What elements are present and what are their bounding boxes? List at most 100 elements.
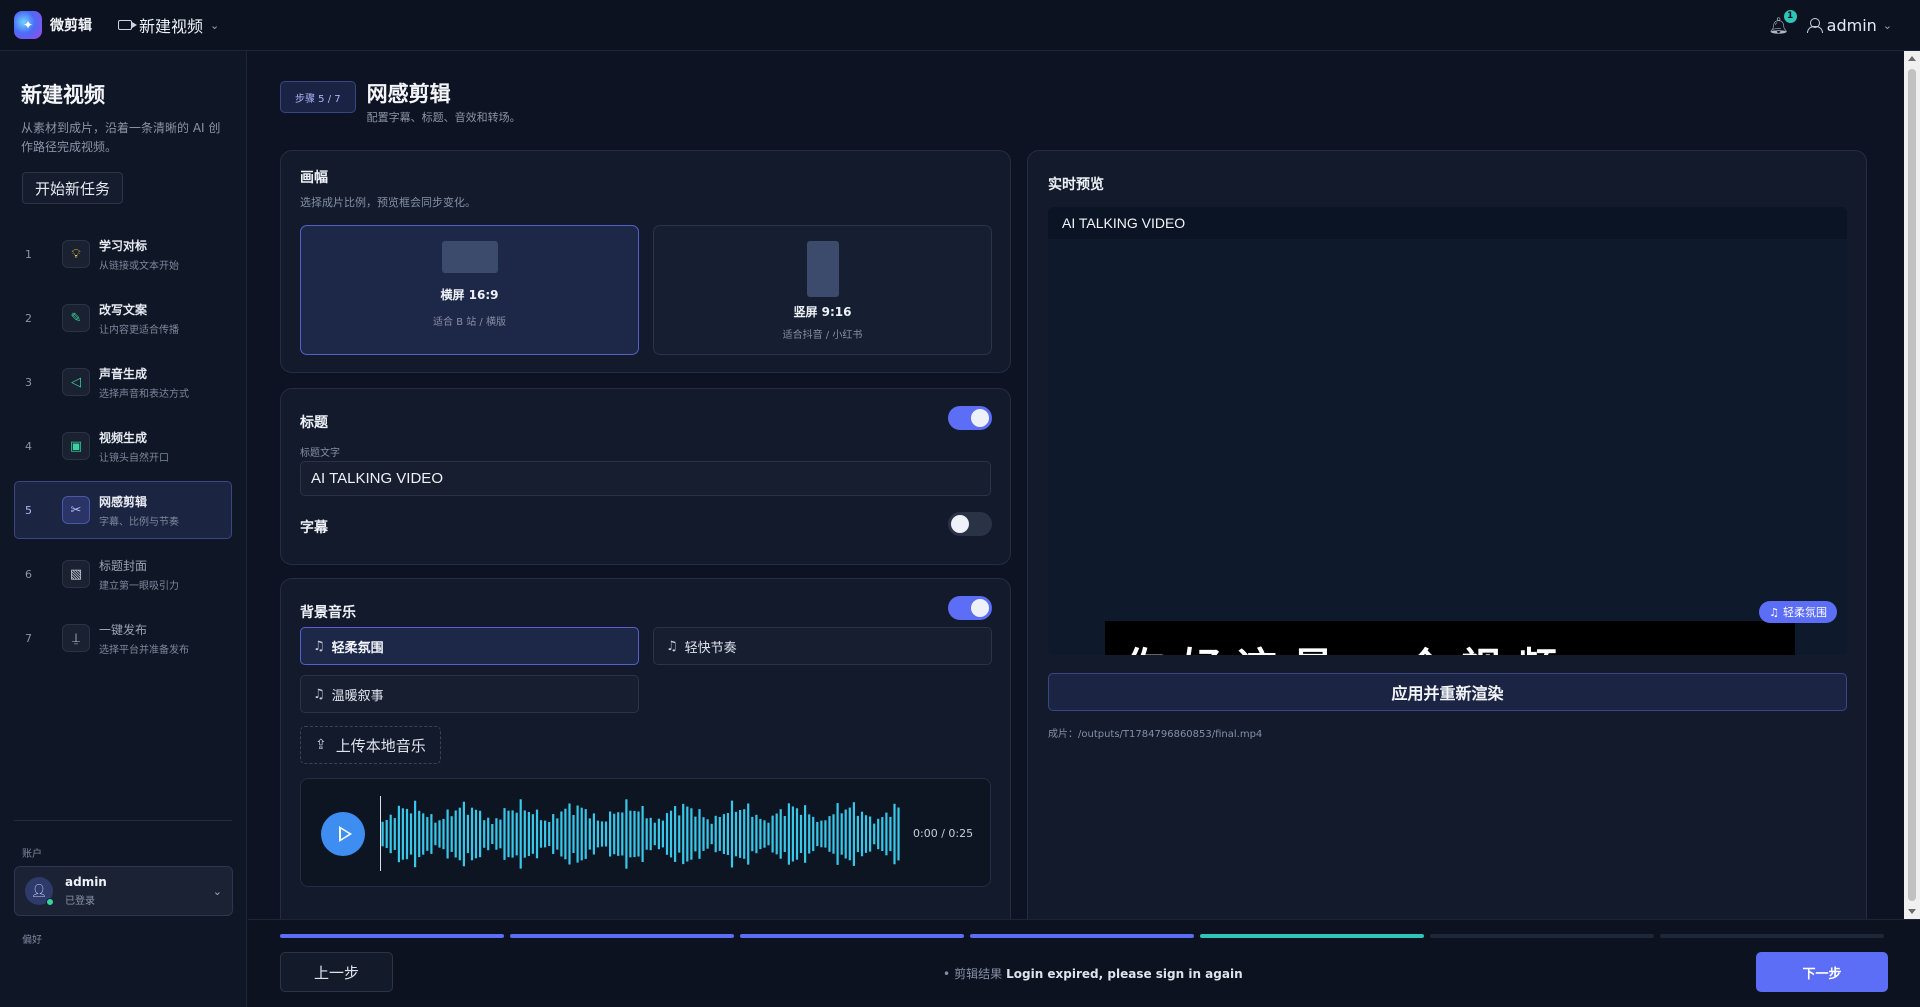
waveform-bar <box>690 808 693 860</box>
toggle-knob <box>951 515 969 533</box>
sidebar-step-5[interactable]: 5 ✂ 网感剪辑 字幕、比例与节奏 <box>14 481 232 539</box>
sidebar-step-3[interactable]: 3 ◁ 声音生成 选择声音和表达方式 <box>14 353 232 411</box>
music-option-soft-ambient[interactable]: ♫ 轻柔氛围 <box>300 627 639 665</box>
title-text-input[interactable] <box>300 461 991 496</box>
waveform-bar <box>426 817 429 851</box>
toggle-knob <box>971 599 989 617</box>
ratio-option-portrait[interactable]: 竖屏 9:16 适合抖音 / 小红书 <box>653 225 992 355</box>
waveform-bar <box>580 807 583 861</box>
waveform-bar <box>609 811 612 857</box>
user-menu[interactable]: admin ⌄ <box>1806 16 1892 35</box>
waveform-bar <box>507 810 510 858</box>
music-toggle[interactable] <box>948 596 992 620</box>
waveform-bar <box>621 812 624 856</box>
chevron-down-icon: ⌄ <box>1882 18 1892 32</box>
previous-step-button[interactable]: 上一步 <box>280 952 393 992</box>
waveform-bar <box>596 820 599 848</box>
waveform-bar <box>799 814 803 853</box>
waveform-bar <box>694 816 697 852</box>
waveform-bar <box>844 809 847 859</box>
new-task-button[interactable]: 开始新任务 <box>22 172 124 204</box>
waveform-bar <box>734 811 738 857</box>
sidebar-step-1[interactable]: 1 💡︎ 学习对标 从链接或文本开始 <box>14 225 232 283</box>
step-subtitle: 让镜头自然开口 <box>99 452 169 464</box>
next-step-button[interactable]: 下一步 <box>1756 952 1888 992</box>
waveform-bar <box>730 800 734 868</box>
video-preview[interactable]: AI TALKING VIDEO 你好这是一个视频 ♫ 轻柔氛围 <box>1048 207 1847 655</box>
waveform-bar <box>446 809 449 859</box>
waveform-bar <box>466 814 469 854</box>
avatar: 👤︎ <box>25 877 54 906</box>
sidebar-step-6[interactable]: 6 ▧ 标题封面 建立第一眼吸引力 <box>14 545 232 603</box>
waveform-bar <box>503 808 506 860</box>
step-subtitle: 让内容更适合传播 <box>99 324 179 336</box>
waveform-bar <box>678 815 681 853</box>
upload-music-button[interactable]: ⇪ 上传本地音乐 <box>300 726 441 764</box>
scissors-icon: ✂ <box>62 496 90 524</box>
cover-icon: ▧ <box>62 560 90 588</box>
chevron-down-icon: ⌄ <box>210 18 220 32</box>
playhead[interactable] <box>380 796 381 871</box>
brand[interactable]: ✦ 微剪辑 <box>14 11 92 39</box>
sidebar-divider <box>14 820 232 821</box>
step-number: 4 <box>25 439 32 453</box>
subtitle-section-label: 字幕 <box>300 520 328 536</box>
play-button[interactable] <box>321 812 365 856</box>
waveform-bar <box>629 810 632 858</box>
main-content: 步骤 5 / 7 网感剪辑 配置字幕、标题、音效和转场。 画幅 选择成片比例，预… <box>248 51 1904 955</box>
step-subtitle: 从链接或文本开始 <box>99 260 179 272</box>
waveform-bar <box>657 818 660 850</box>
landscape-shape-icon <box>441 241 498 273</box>
music-option-warm-narrative[interactable]: ♫ 温暖叙事 <box>300 675 639 713</box>
lightbulb-icon: 💡︎ <box>62 240 90 268</box>
waveform-bar <box>385 820 388 848</box>
waveform-bar <box>515 812 518 856</box>
project-switcher[interactable]: 新建视频 ⌄ <box>118 13 219 37</box>
toggle-knob <box>971 409 989 427</box>
ratio-label: 横屏 16:9 <box>440 288 499 302</box>
waveform-bar <box>381 821 384 847</box>
scrollbar-thumb[interactable] <box>1908 69 1916 901</box>
sidebar-step-7[interactable]: 7 ⍊ 一键发布 选择平台并准备发布 <box>14 609 232 667</box>
ratio-option-landscape[interactable]: 横屏 16:9 适合 B 站 / 横版 <box>300 225 639 355</box>
waveform-bar <box>836 803 839 865</box>
waveform-bar <box>824 820 827 848</box>
page-header: 步骤 5 / 7 网感剪辑 配置字幕、标题、音效和转场。 <box>280 81 521 125</box>
video-camera-icon <box>118 20 137 30</box>
title-settings-card: 标题 标题文字 字幕 <box>280 388 1011 565</box>
waveform-bar <box>531 814 534 854</box>
title-toggle[interactable] <box>948 406 992 430</box>
status-dot-icon: • <box>943 966 951 981</box>
title-field-label: 标题文字 <box>300 448 340 459</box>
progress-segment <box>740 934 964 938</box>
step-title: 改写文案 <box>99 302 148 317</box>
sidebar-step-2[interactable]: 2 ✎ 改写文案 让内容更适合传播 <box>14 289 232 347</box>
step-title: 网感剪辑 <box>99 494 148 509</box>
account-status: 已登录 <box>65 896 95 907</box>
waveform-bar <box>791 806 794 862</box>
waveform-bar <box>828 816 831 852</box>
subtitle-toggle[interactable] <box>948 512 992 536</box>
step-chip: 步骤 5 / 7 <box>280 81 356 113</box>
waveform-bar <box>767 822 770 846</box>
account-card[interactable]: 👤︎ admin 已登录 ⌄ <box>14 866 233 916</box>
chevron-down-icon: ⌄ <box>212 884 222 898</box>
waveform-bar <box>889 816 892 852</box>
waveform-bar <box>479 810 482 858</box>
waveform-bar <box>702 817 705 851</box>
audio-waveform[interactable] <box>381 797 901 871</box>
scroll-down-icon[interactable] <box>1908 909 1916 914</box>
status-label: 剪辑结果 <box>954 967 1003 981</box>
sidebar-step-4[interactable]: 4 ▣ 视频生成 让镜头自然开口 <box>14 417 232 475</box>
progress-segment <box>970 934 1194 938</box>
apply-rerender-button[interactable]: 应用并重新渲染 <box>1048 673 1847 711</box>
music-option-upbeat[interactable]: ♫ 轻快节奏 <box>653 627 992 665</box>
waveform-bar <box>885 812 888 856</box>
scroll-up-icon[interactable] <box>1908 56 1916 61</box>
page-scrollbar[interactable] <box>1904 51 1920 919</box>
waveform-bar <box>743 809 746 859</box>
brand-name: 微剪辑 <box>50 18 92 34</box>
notification-bell-icon[interactable]: 🔔︎ 1 <box>1768 9 1797 35</box>
waveform-bar <box>454 810 457 858</box>
publish-icon: ⍊ <box>62 624 90 652</box>
